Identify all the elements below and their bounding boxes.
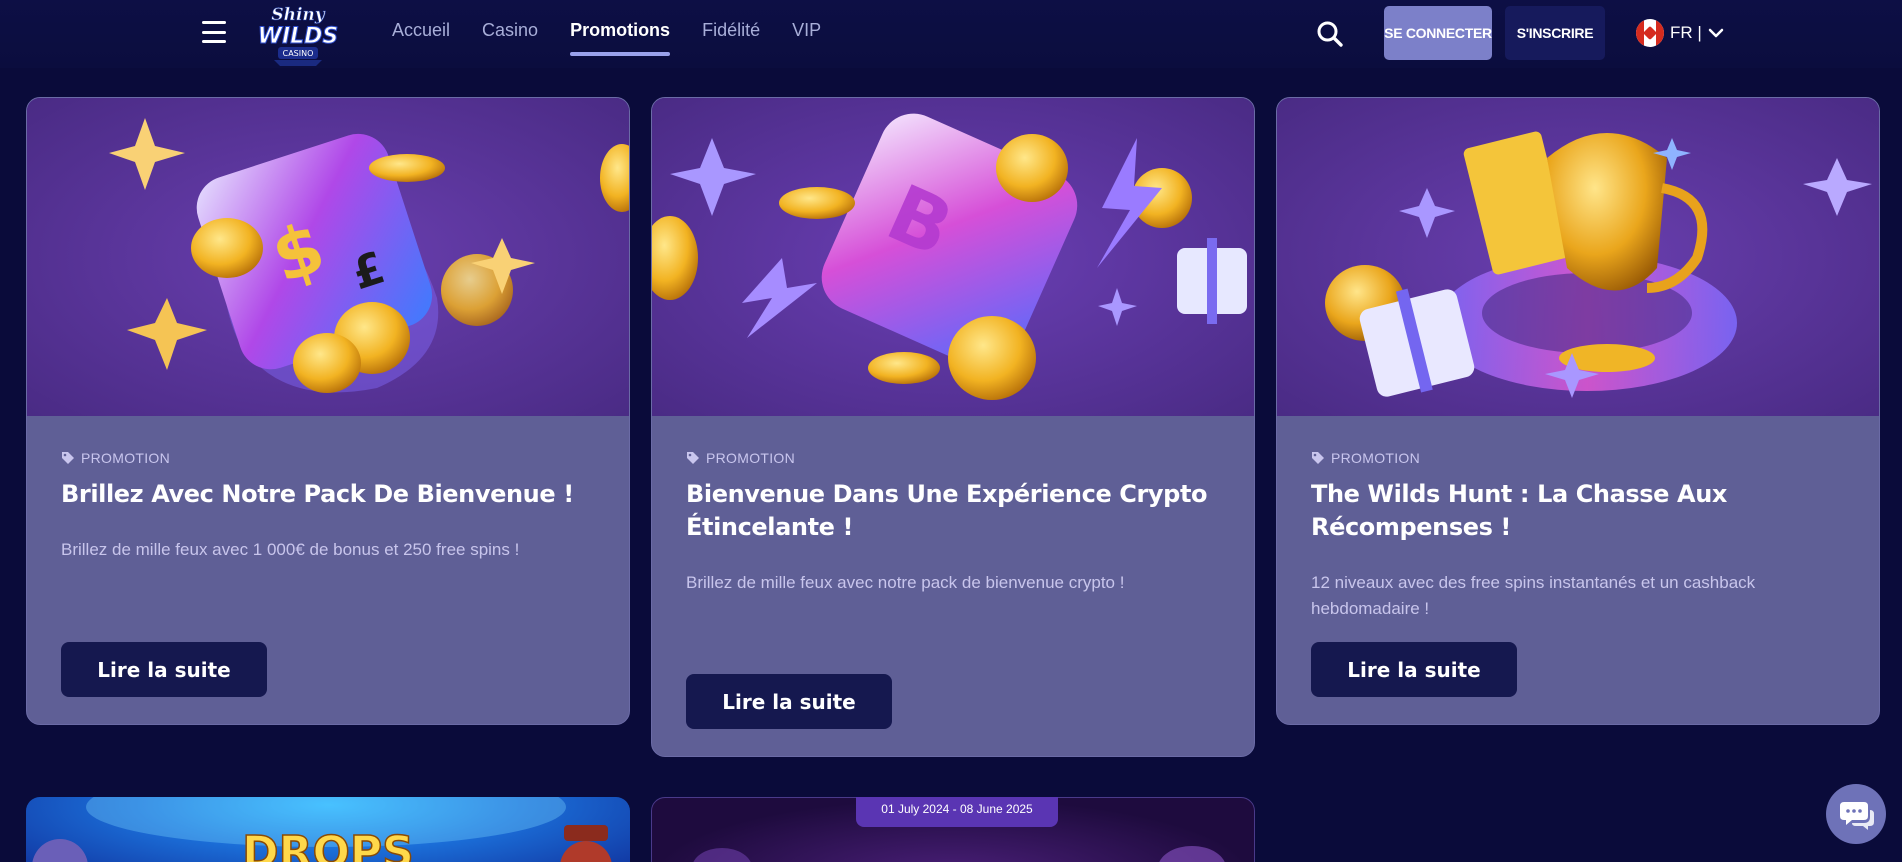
read-more-button[interactable]: Lire la suite xyxy=(61,642,267,697)
promo-image-welcome: $ £ xyxy=(27,98,629,416)
search-icon[interactable] xyxy=(1316,20,1344,48)
read-more-button[interactable]: Lire la suite xyxy=(1311,642,1517,697)
promo-body: PROMOTION Bienvenue Dans Une Expérience … xyxy=(652,450,1254,596)
promo-card-welcome: $ £ PROMOTION Brillez Avec Notre Pack De… xyxy=(26,97,630,725)
promo-card-drops[interactable]: DROPS xyxy=(26,797,630,862)
promo-body: PROMOTION The Wilds Hunt : La Chasse Aux… xyxy=(1277,450,1879,622)
promo-tag: PROMOTION xyxy=(61,450,595,466)
nav-promotions[interactable]: Promotions xyxy=(570,0,671,60)
promo-title: Bienvenue Dans Une Expérience Crypto Éti… xyxy=(686,480,1208,541)
menu-icon[interactable] xyxy=(202,21,226,43)
svg-text:Shiny: Shiny xyxy=(271,5,325,25)
nav-vip[interactable]: VIP xyxy=(792,0,821,60)
promo-card-wilds-hunt: PROMOTION The Wilds Hunt : La Chasse Aux… xyxy=(1276,97,1880,725)
promo-tag-label: PROMOTION xyxy=(81,450,171,466)
promo-description: Brillez de mille feux avec 1 000€ de bon… xyxy=(61,540,520,559)
promo-tag: PROMOTION xyxy=(686,450,1220,466)
read-more-button[interactable]: Lire la suite xyxy=(686,674,892,729)
language-label: FR | xyxy=(1670,23,1702,42)
login-button[interactable]: SE CONNECTER xyxy=(1384,6,1492,60)
date-range-badge: 01 July 2024 - 08 June 2025 xyxy=(856,797,1058,827)
promo-description: Brillez de mille feux avec notre pack de… xyxy=(686,573,1125,592)
main-nav: Accueil Casino Promotions Fidélité VIP xyxy=(392,0,821,60)
nav-accueil[interactable]: Accueil xyxy=(392,0,450,60)
promo-image-wilds-hunt xyxy=(1277,98,1879,416)
chat-icon xyxy=(1840,802,1874,830)
svg-text:WILDS: WILDS xyxy=(258,24,339,49)
top-navbar: Shiny WILDS CASINO Accueil Casino Promot… xyxy=(0,0,1902,68)
promo-tag-label: PROMOTION xyxy=(706,450,796,466)
nav-casino[interactable]: Casino xyxy=(482,0,538,60)
promo-card-crypto: B PROMOTION Bienvenue Dans Une Expérienc… xyxy=(651,97,1255,757)
canada-flag-icon xyxy=(1636,19,1664,47)
promo-description: 12 niveaux avec des free spins instantan… xyxy=(1311,573,1756,618)
promo-title: Brillez Avec Notre Pack De Bienvenue ! xyxy=(61,480,574,508)
nav-fidelite[interactable]: Fidélité xyxy=(702,0,760,60)
signup-button[interactable]: S'INSCRIRE xyxy=(1505,6,1605,60)
promo-tag-label: PROMOTION xyxy=(1331,450,1421,466)
svg-text:CASINO: CASINO xyxy=(283,49,314,58)
promo-title: The Wilds Hunt : La Chasse Aux Récompens… xyxy=(1311,480,1727,541)
logo[interactable]: Shiny WILDS CASINO xyxy=(256,0,340,66)
tag-icon xyxy=(1312,452,1324,464)
language-selector[interactable]: FR | xyxy=(1636,18,1724,48)
promo-tag: PROMOTION xyxy=(1311,450,1845,466)
chevron-down-icon xyxy=(1708,28,1724,38)
chat-button[interactable] xyxy=(1826,784,1886,844)
promo-image-crypto: B xyxy=(652,98,1254,416)
drops-title: DROPS xyxy=(242,827,414,862)
promo-body: PROMOTION Brillez Avec Notre Pack De Bie… xyxy=(27,450,629,563)
tag-icon xyxy=(62,452,74,464)
tag-icon xyxy=(687,452,699,464)
